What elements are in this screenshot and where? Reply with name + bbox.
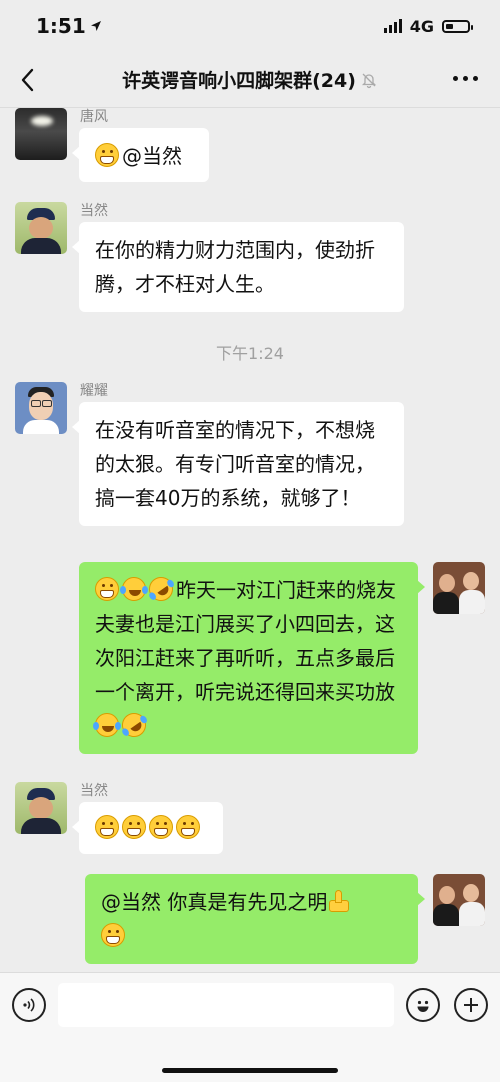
status-bar: 1:51 4G (0, 0, 500, 52)
message-bubble[interactable] (72, 802, 223, 854)
message-bubble[interactable]: @当然 (72, 128, 209, 182)
sender-name: 耀耀 (80, 383, 108, 399)
avatar[interactable] (15, 782, 67, 834)
sender-name: 当然 (80, 203, 108, 219)
avatar[interactable] (15, 108, 67, 160)
grin-emoji-icon (95, 143, 119, 167)
sender-name: 唐风 (80, 109, 108, 125)
status-right: 4G (383, 16, 473, 36)
message-bubble[interactable]: 昨天一对江门赶来的烧友夫妻也是江门展买了小四回去，这次阳江赶来了再听听，五点多最… (79, 562, 425, 754)
avatar[interactable] (433, 874, 485, 926)
location-arrow-icon (90, 21, 101, 31)
emoji-icon[interactable] (406, 988, 440, 1022)
chat-title: 许英谔音响小四脚架群(24) (122, 66, 378, 93)
rofl-emoji-icon (144, 572, 178, 606)
network-label: 4G (409, 16, 434, 36)
sender-name: 当然 (80, 783, 108, 799)
joy-emoji-icon (120, 577, 146, 601)
avatar[interactable] (15, 202, 67, 254)
message-input[interactable] (58, 983, 394, 1027)
chevron-left-icon[interactable] (18, 66, 38, 94)
chat-title-text: 许英谔音响小四脚架群(24) (122, 70, 356, 92)
grin-emoji-icon (95, 815, 119, 839)
message-bubble[interactable]: @当然 你真是有先见之明 (85, 874, 425, 964)
status-time-text: 1:51 (36, 14, 86, 38)
more-dots-icon[interactable] (453, 76, 478, 81)
home-indicator (162, 1068, 338, 1073)
avatar[interactable] (433, 562, 485, 614)
plus-icon[interactable] (454, 988, 488, 1022)
message-bubble[interactable]: 在没有听音室的情况下，不想烧的太狠。有专门听音室的情况，搞一套40万的系统，就够… (72, 402, 404, 526)
joy-emoji-icon (93, 713, 119, 737)
bell-off-icon (361, 73, 376, 88)
grin-emoji-icon (176, 815, 200, 839)
timestamp: 下午1:24 (216, 344, 284, 363)
grin-emoji-icon (101, 923, 125, 947)
message-text: 在没有听音室的情况下，不想烧的太狠。有专门听音室的情况，搞一套40万的系统，就够… (95, 418, 375, 510)
input-bar (0, 972, 500, 1082)
message-bubble[interactable]: 在你的精力财力范围内，使劲折腾，才不枉对人生。 (72, 222, 404, 312)
signal-icon (383, 19, 402, 33)
message-list[interactable]: 唐风 @当然 当然 在你的精力财力范围内，使劲折腾，才不枉对人生。 下午1:24… (0, 108, 500, 972)
message-text: 在你的精力财力范围内，使劲折腾，才不枉对人生。 (95, 238, 375, 296)
battery-icon (442, 19, 473, 33)
rofl-emoji-icon (117, 708, 151, 742)
status-time: 1:51 (36, 14, 102, 38)
grin-emoji-icon (122, 815, 146, 839)
message-text: @当然 你真是有先见之明 (101, 890, 328, 914)
voice-icon[interactable] (12, 988, 46, 1022)
chat-header: 许英谔音响小四脚架群(24) (0, 52, 500, 108)
grin-emoji-icon (95, 577, 119, 601)
battery-fill (446, 23, 453, 29)
message-text: @当然 (122, 144, 182, 168)
avatar[interactable] (15, 382, 67, 434)
thumbs-up-emoji-icon (327, 889, 351, 913)
grin-emoji-icon (149, 815, 173, 839)
